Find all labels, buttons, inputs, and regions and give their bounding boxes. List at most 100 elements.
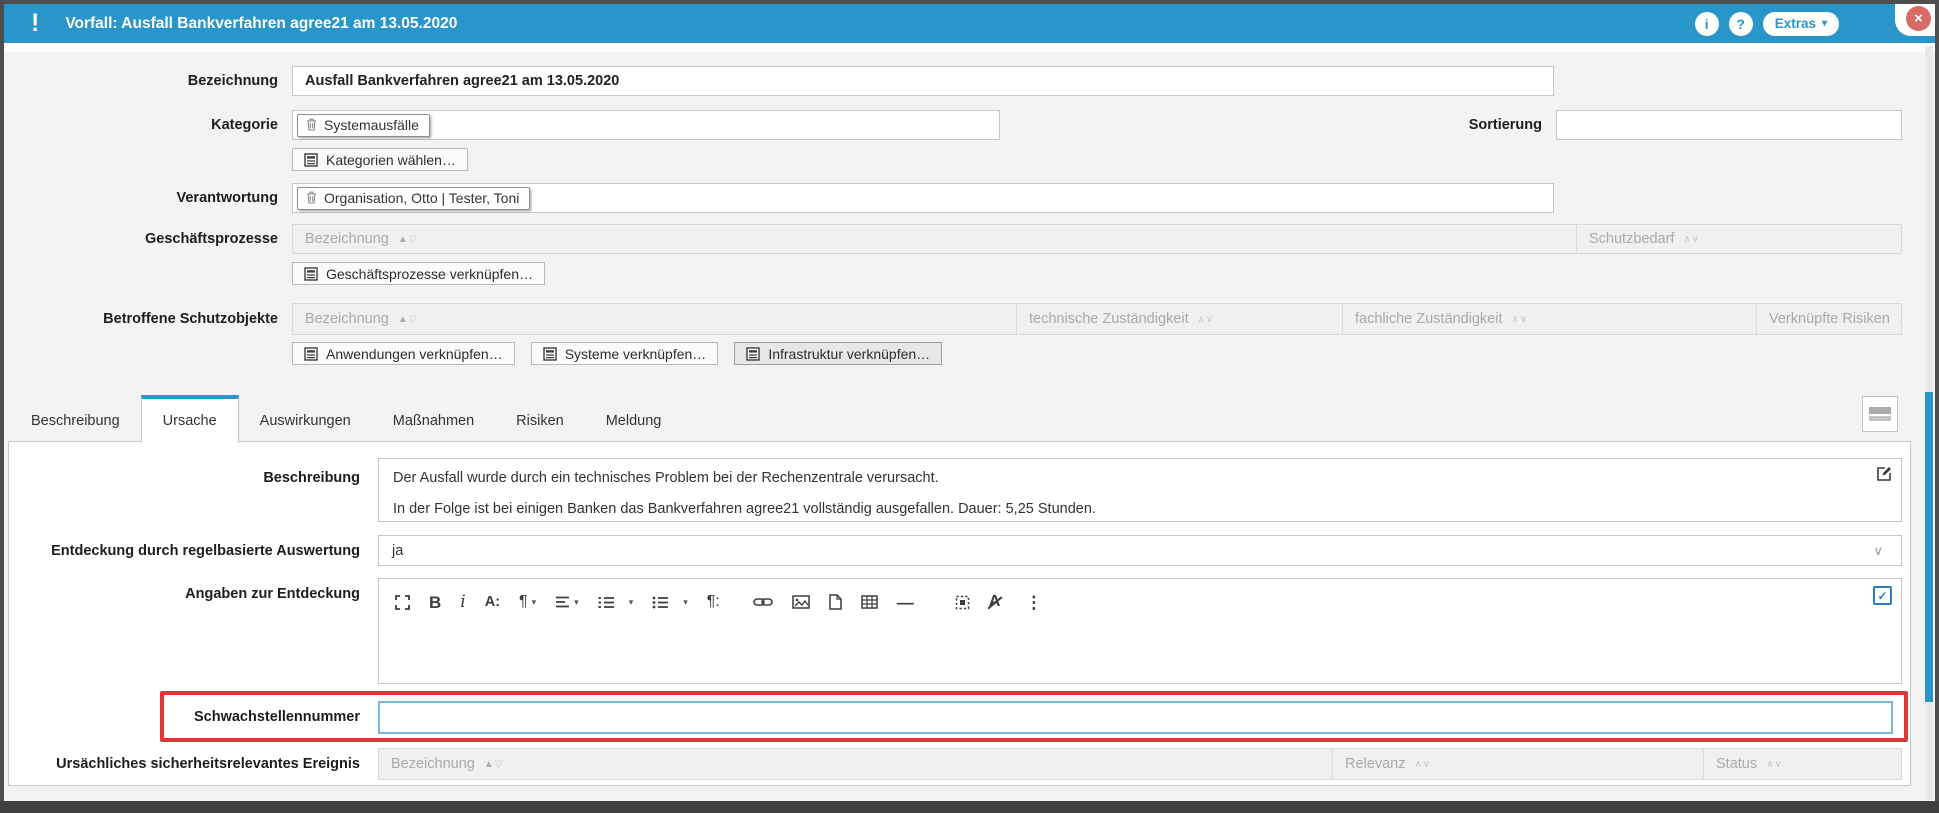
sort-icon: ▲▽ — [398, 234, 418, 245]
anwendungen-verknuepfen-button[interactable]: Anwendungen verknüpfen… — [292, 342, 515, 365]
sort-icon: ▲▽ — [484, 759, 504, 770]
font-size-icon[interactable]: A: — [485, 595, 500, 610]
tab-risiken[interactable]: Risiken — [495, 400, 585, 442]
verantwortung-label: Verantwortung — [60, 183, 278, 213]
paragraph-style-icon[interactable]: ¶▾ — [519, 594, 536, 610]
geschaeftsprozesse-verknuepfen-button[interactable]: Geschäftsprozesse verknüpfen… — [292, 262, 545, 285]
column-bezeichnung[interactable]: Bezeichnung ▲▽ — [293, 304, 1016, 334]
anwendungen-verknuepfen-label: Anwendungen verknüpfen… — [326, 346, 503, 362]
column-relevanz[interactable]: Relevanz ∧∨ — [1332, 749, 1703, 779]
alert-icon: ! — [31, 11, 39, 36]
chevron-down-icon: ▾ — [1822, 18, 1827, 29]
column-bezeichnung[interactable]: Bezeichnung ▲▽ — [293, 225, 1576, 253]
list-icon — [746, 347, 760, 361]
edit-icon[interactable] — [1876, 465, 1893, 487]
bold-icon[interactable]: B — [429, 594, 441, 611]
sortierung-label: Sortierung — [1350, 110, 1542, 140]
layout-rows-button[interactable] — [1862, 396, 1898, 432]
kategorie-chip-label: Systemausfälle — [324, 117, 419, 133]
sortierung-input[interactable] — [1556, 110, 1902, 140]
verantwortung-field[interactable]: Organisation, Otto | Tester, Toni — [292, 183, 1554, 213]
file-icon[interactable] — [829, 594, 842, 610]
tabbar: Beschreibung Ursache Auswirkungen Maßnah… — [10, 394, 682, 442]
entdeckung-label: Entdeckung durch regelbasierte Auswertun… — [40, 543, 360, 559]
beschreibung-paragraph: In der Folge ist bei einigen Banken das … — [393, 501, 1901, 518]
chevron-down-icon: ▾ — [532, 598, 537, 607]
select-all-icon[interactable] — [955, 595, 970, 610]
clear-format-icon[interactable]: A — [989, 594, 1001, 610]
entdeckung-value: ja — [392, 543, 403, 560]
bezeichnung-input[interactable] — [292, 66, 1554, 96]
list-icon — [304, 347, 318, 361]
paragraph-direction-icon[interactable]: ¶: — [707, 594, 720, 610]
scrollbar-thumb[interactable] — [1925, 392, 1933, 702]
italic-icon[interactable]: i — [460, 594, 465, 611]
chevron-down-icon: ▾ — [574, 598, 579, 607]
tab-massnahmen[interactable]: Maßnahmen — [372, 400, 495, 442]
angaben-editor[interactable]: B i A: ¶▾ ▾ ▾ ▾ ¶: — A ⋮ ✓ — [378, 578, 1902, 684]
ursache-beschreibung-box[interactable]: Der Ausfall wurde durch ein technisches … — [378, 458, 1902, 522]
sort-icon: ∧∨ — [1414, 759, 1431, 770]
angaben-label: Angaben zur Entdeckung — [100, 586, 360, 602]
ereignis-label: Ursächliches sicherheitsrelevantes Ereig… — [30, 756, 360, 772]
kategorie-field[interactable]: Systemausfälle — [292, 110, 1000, 140]
extras-button[interactable]: Extras ▾ — [1763, 12, 1839, 36]
image-icon[interactable] — [792, 595, 810, 609]
sort-icon: ∧∨ — [1899, 314, 1901, 325]
link-icon[interactable] — [753, 596, 773, 608]
verantwortung-chip[interactable]: Organisation, Otto | Tester, Toni — [297, 187, 530, 210]
list-icon — [304, 267, 318, 281]
schwachstellennummer-input[interactable] — [378, 701, 1893, 734]
bezeichnung-label: Bezeichnung — [60, 66, 278, 96]
header-divider — [4, 43, 1935, 52]
sort-icon: ∧∨ — [1198, 314, 1215, 325]
sort-icon: ∧∨ — [1766, 759, 1783, 770]
column-fachliche-zustaendigkeit[interactable]: fachliche Zuständigkeit ∧∨ — [1342, 304, 1756, 334]
tab-ursache[interactable]: Ursache — [141, 395, 239, 443]
kategorie-label: Kategorie — [60, 110, 278, 140]
titlebar: ! Vorfall: Ausfall Bankverfahren agree21… — [4, 4, 1935, 43]
systeme-verknuepfen-button[interactable]: Systeme verknüpfen… — [531, 342, 719, 365]
column-technische-zustaendigkeit[interactable]: technische Zuständigkeit ∧∨ — [1016, 304, 1342, 334]
geschaeftsprozesse-verknuepfen-label: Geschäftsprozesse verknüpfen… — [326, 266, 533, 282]
entdeckung-select[interactable]: ja ∨ — [378, 535, 1902, 566]
chevron-down-icon: ▾ — [629, 598, 634, 607]
angaben-checkbox[interactable]: ✓ — [1873, 586, 1892, 605]
table-icon[interactable] — [861, 595, 878, 609]
geschaeftsprozesse-table-header: Bezeichnung ▲▽ Schutzbedarf ∧∨ — [292, 224, 1902, 254]
window-title: Vorfall: Ausfall Bankverfahren agree21 a… — [65, 15, 457, 33]
kategorie-chip[interactable]: Systemausfälle — [297, 114, 430, 137]
column-schutzbedarf[interactable]: Schutzbedarf ∧∨ — [1576, 225, 1901, 253]
kategorien-waehlen-label: Kategorien wählen… — [326, 152, 456, 168]
schutzobjekte-table-header: Bezeichnung ▲▽ technische Zuständigkeit … — [292, 303, 1902, 335]
more-options-icon[interactable]: ⋮ — [1025, 594, 1042, 611]
close-icon[interactable]: × — [1906, 6, 1931, 31]
info-icon[interactable]: i — [1695, 12, 1719, 36]
ereignis-table-header: Bezeichnung ▲▽ Relevanz ∧∨ Status ∧∨ — [378, 748, 1902, 780]
chevron-down-icon: ▾ — [683, 598, 688, 607]
incident-window: ! Vorfall: Ausfall Bankverfahren agree21… — [0, 0, 1939, 813]
trash-icon — [306, 118, 317, 131]
help-icon[interactable]: ? — [1729, 12, 1753, 36]
ursache-beschreibung-label: Beschreibung — [100, 470, 360, 486]
infrastruktur-verknuepfen-button[interactable]: Infrastruktur verknüpfen… — [734, 342, 942, 365]
column-status[interactable]: Status ∧∨ — [1703, 749, 1901, 779]
trash-icon — [306, 191, 317, 204]
fullscreen-icon[interactable] — [395, 595, 410, 610]
close-corner: × — [1895, 4, 1935, 36]
list-icon — [543, 347, 557, 361]
tab-auswirkungen[interactable]: Auswirkungen — [239, 400, 372, 442]
tab-beschreibung[interactable]: Beschreibung — [10, 400, 141, 442]
verantwortung-chip-label: Organisation, Otto | Tester, Toni — [324, 190, 519, 206]
ordered-list-icon[interactable]: ▾ — [598, 596, 634, 609]
rows-icon — [1869, 406, 1891, 422]
align-icon[interactable]: ▾ — [555, 596, 579, 608]
kategorien-waehlen-button[interactable]: Kategorien wählen… — [292, 148, 468, 171]
beschreibung-paragraph: Der Ausfall wurde durch ein technisches … — [393, 470, 1901, 487]
column-bezeichnung[interactable]: Bezeichnung ▲▽ — [379, 749, 1332, 779]
geschaeftsprozesse-label: Geschäftsprozesse — [60, 224, 278, 254]
tab-meldung[interactable]: Meldung — [585, 400, 683, 442]
horizontal-rule-icon[interactable]: — — [897, 594, 914, 611]
unordered-list-icon[interactable]: ▾ — [652, 596, 688, 609]
column-verknuepfte-risiken[interactable]: Verknüpfte Risiken ∧∨ — [1756, 304, 1901, 334]
